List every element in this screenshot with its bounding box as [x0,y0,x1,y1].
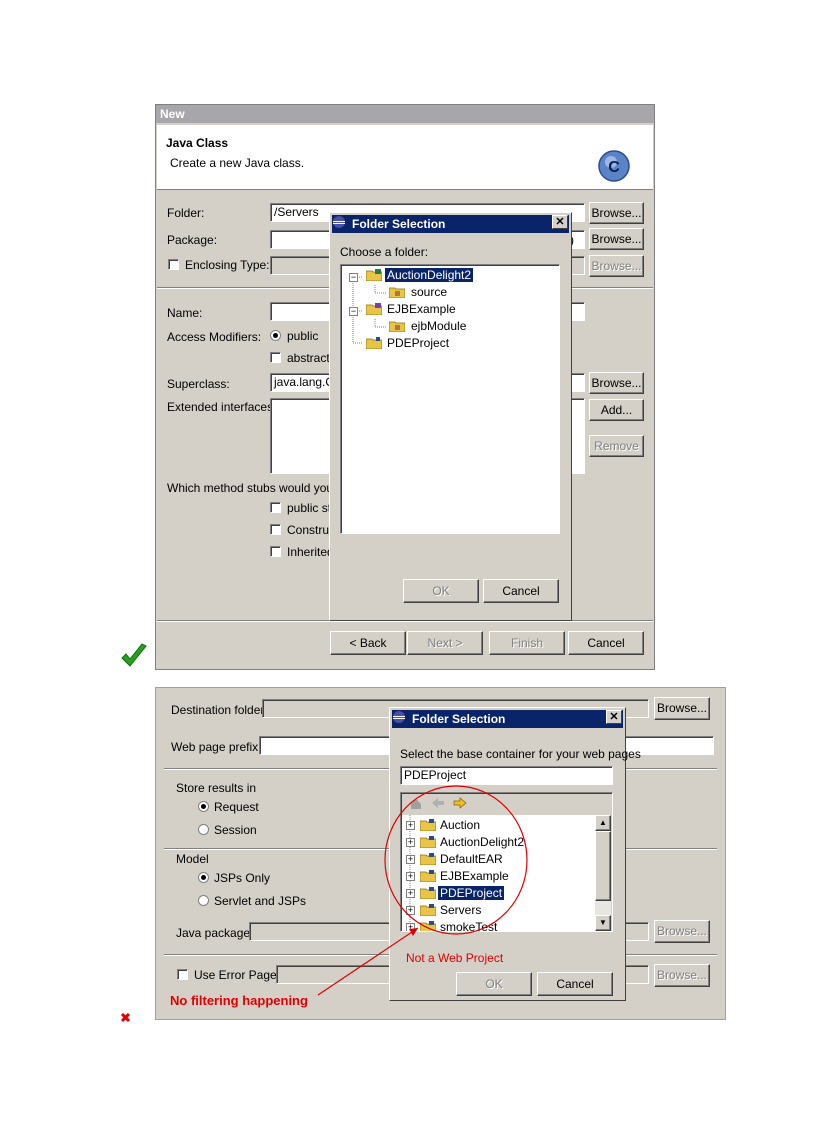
not-web-project-annotation: Not a Web Project [406,951,504,965]
highlight-circle [384,785,528,935]
annotation-arrow-line [317,927,419,996]
no-filtering-annotation: No filtering happening [170,993,308,1008]
cross-icon [120,1012,131,1023]
annotation-arrow-head [409,928,418,936]
